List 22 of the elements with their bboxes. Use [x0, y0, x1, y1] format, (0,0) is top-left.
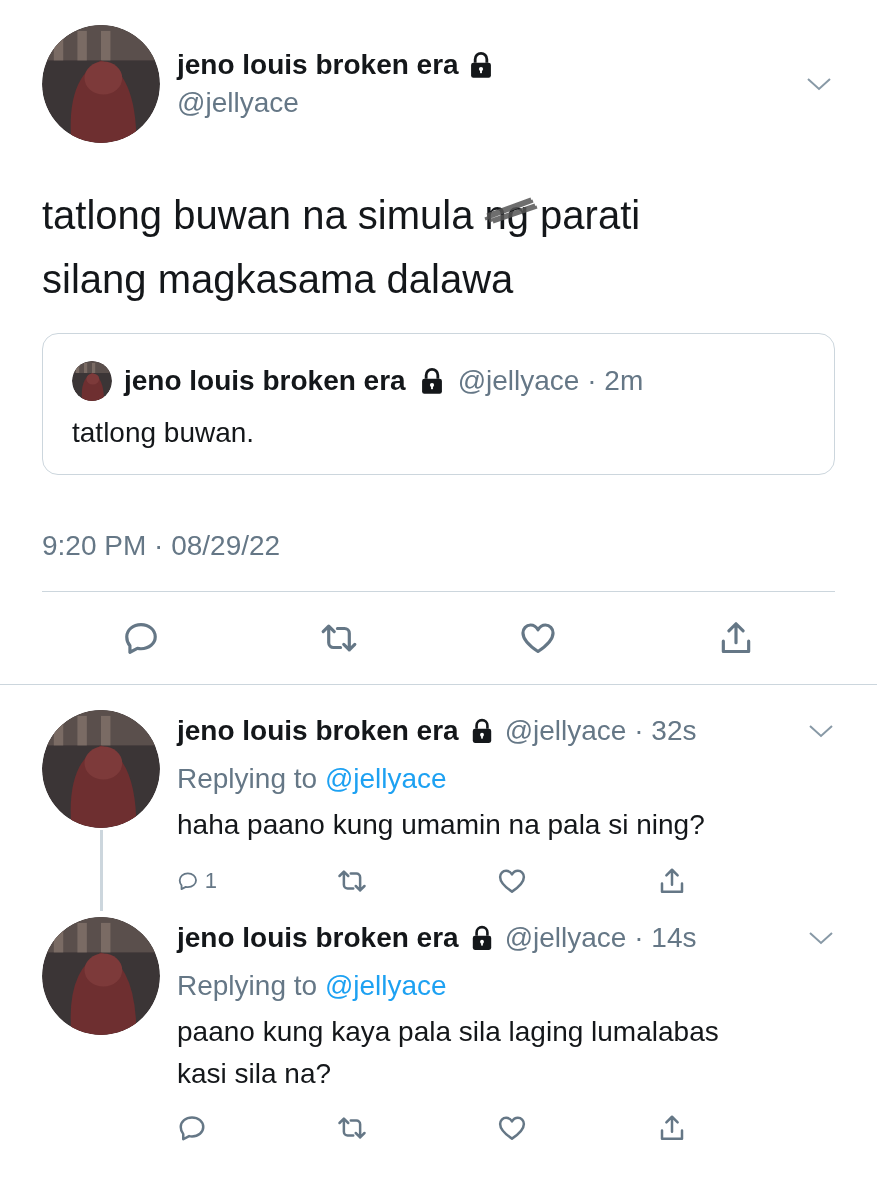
reply-text: haha paano kung umamin na pala si ning?	[177, 808, 706, 842]
avatar[interactable]	[72, 361, 112, 401]
reply-text: paano kung kaya pala sila laging lumalabas kasi sila na?	[177, 1015, 720, 1091]
tweet-text: tatlong buwan na simula ng parati silang magkasama dalawa	[42, 192, 642, 303]
replying-to-text: Replying to @jellyace	[177, 762, 448, 796]
reply-icon[interactable]	[177, 1113, 207, 1143]
author-handle[interactable]: @jellyace	[177, 85, 805, 121]
author-handle: @jellyace · 32s	[504, 714, 697, 748]
replying-to-text: Replying to @jellyace	[177, 969, 448, 1003]
quoted-author-name: jeno louis broken era	[124, 364, 406, 398]
reply-count: 1	[204, 867, 217, 895]
quoted-author-handle: @jellyace · 2m	[457, 364, 644, 398]
author-handle: @jellyace · 14s	[504, 921, 697, 955]
chevron-down-icon[interactable]	[807, 722, 835, 740]
timestamp: 9:20 PM · 08/29/22	[42, 529, 282, 563]
author-name[interactable]: jeno louis broken era	[177, 710, 459, 752]
quoted-tweet-text: tatlong buwan.	[72, 416, 256, 450]
chevron-down-icon[interactable]	[805, 75, 833, 93]
quoted-tweet-card[interactable]: jeno louis broken era @jellyace · 2m tatlong buwan.	[42, 333, 835, 475]
chevron-down-icon[interactable]	[807, 929, 835, 947]
author-name[interactable]: jeno louis broken era	[177, 917, 459, 959]
author-name[interactable]: jeno louis broken era	[177, 47, 459, 83]
